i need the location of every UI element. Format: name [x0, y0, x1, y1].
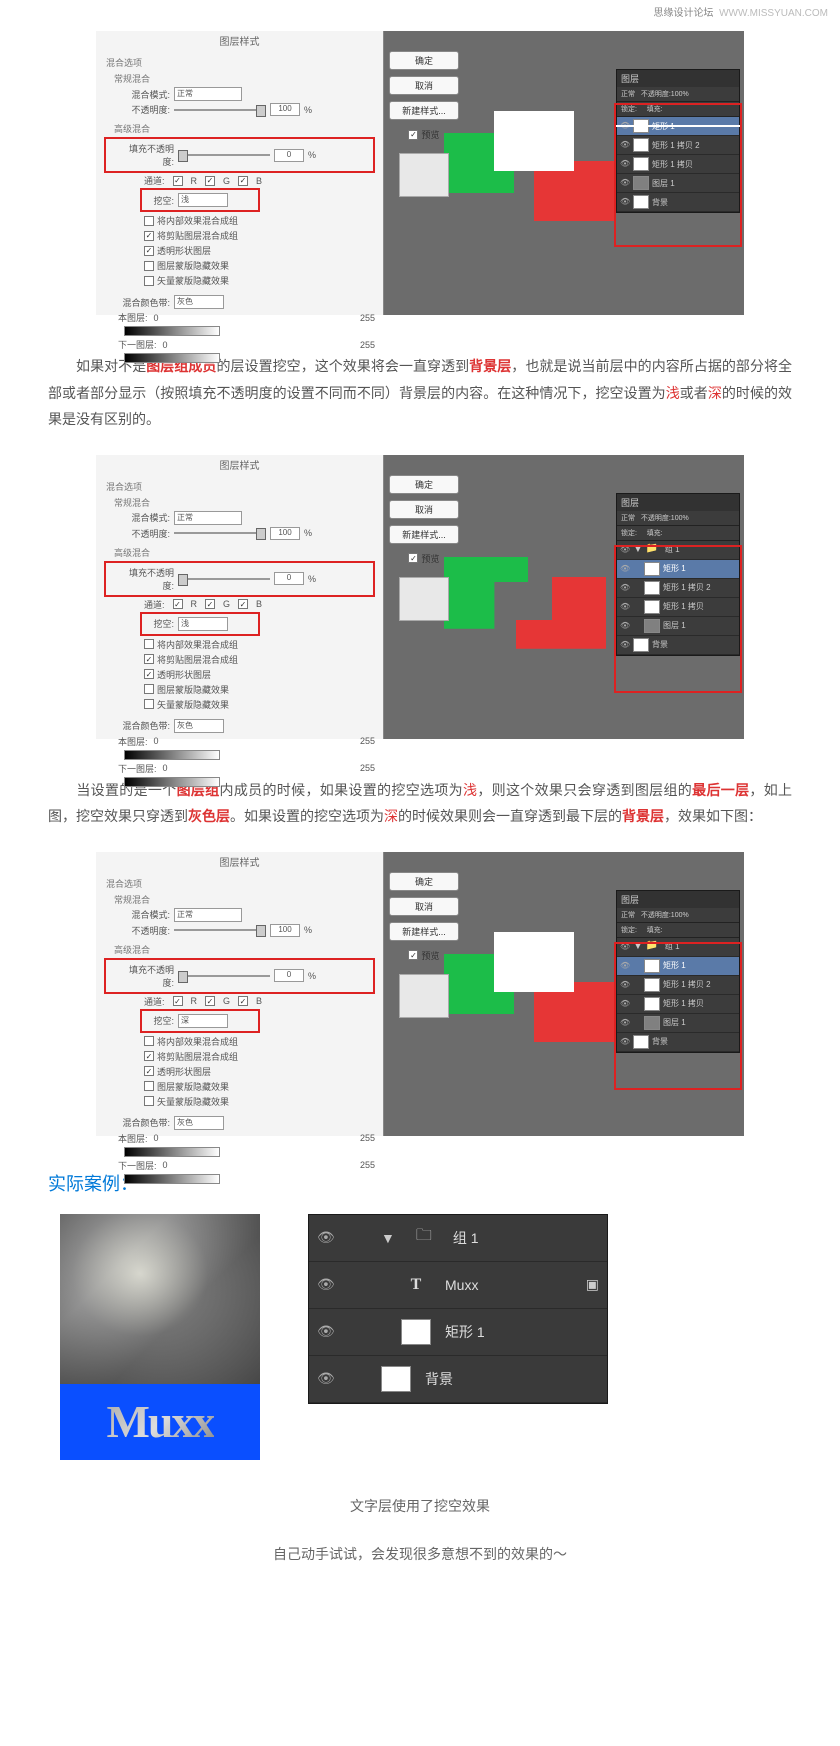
opacity-slider[interactable] — [174, 109, 266, 111]
fill-opacity-highlight: 填充不透明度:0% — [104, 561, 375, 597]
opacity-label: 不透明度: — [118, 103, 170, 116]
visibility-icon[interactable]: 👁 — [317, 1323, 333, 1340]
red-highlight-box — [614, 103, 742, 247]
cb-transparency[interactable] — [144, 246, 154, 256]
red-highlight-box — [614, 545, 742, 693]
screenshot-1: 图层样式 混合选项 常规混合 混合模式:正常 不透明度:100% 高级混合 填充… — [0, 31, 840, 315]
layer-rect[interactable]: 👁 矩形 1 — [309, 1309, 607, 1356]
folder-icon: 🗀 — [409, 1225, 439, 1251]
opacity-slider[interactable] — [174, 532, 266, 534]
general-blend-label: 常规混合 — [114, 72, 375, 85]
cancel-button[interactable]: 取消 — [389, 500, 459, 519]
case-right: 👁 ▼ 🗀 组 1 👁 T Muxx ▣ 👁 矩形 1 👁 — [308, 1214, 608, 1404]
fill-opacity-input[interactable]: 0 — [274, 149, 304, 162]
knockout-highlight: 挖空:浅 — [140, 612, 260, 636]
cb-vectormask[interactable] — [144, 276, 154, 286]
cb-clipped[interactable] — [144, 231, 154, 241]
layer-badge-icon: ▣ — [586, 1276, 599, 1293]
channel-b-checkbox[interactable] — [238, 176, 248, 186]
blend-mode-select[interactable]: 正常 — [174, 511, 242, 525]
visibility-icon[interactable]: 👁 — [317, 1370, 333, 1387]
cb-layermask[interactable] — [144, 261, 154, 271]
blend-if-label: 混合颜色带: — [118, 296, 170, 309]
opacity-input[interactable]: 100 — [270, 103, 300, 116]
watermark: 思缘设计论坛 WWW.MISSYUAN.COM — [0, 0, 840, 23]
case-left: Muxx — [60, 1214, 260, 1460]
knockout-select[interactable]: 浅 — [178, 617, 228, 631]
caption-1: 文字层使用了挖空效果 — [0, 1496, 840, 1516]
fill-opacity-highlight: 填充不透明度:0% — [104, 137, 375, 173]
ok-button[interactable]: 确定 — [389, 475, 459, 494]
cancel-button[interactable]: 取消 — [389, 897, 459, 916]
cancel-button[interactable]: 取消 — [389, 76, 459, 95]
advanced-blend-label: 高级混合 — [114, 122, 375, 135]
visibility-icon[interactable]: 👁 — [317, 1229, 333, 1246]
example-photo — [60, 1214, 260, 1384]
layer-style-dialog: 图层样式 混合选项 常规混合 混合模式:正常 不透明度:100% 高级混合 填充… — [96, 852, 384, 1136]
blend-if-select[interactable]: 灰色 — [174, 295, 224, 309]
channel-r-checkbox[interactable] — [173, 176, 183, 186]
dialog-title: 图层样式 — [96, 33, 383, 48]
blend-mode-select[interactable]: 正常 — [174, 87, 242, 101]
knockout-select[interactable]: 深 — [178, 1014, 228, 1028]
red-highlight-box — [614, 942, 742, 1090]
fill-opacity-slider[interactable] — [178, 154, 270, 156]
screenshot-3: 图层样式 混合选项 常规混合 混合模式:正常 不透明度:100% 高级混合 填充… — [0, 852, 840, 1136]
caption-2: 自己动手试试，会发现很多意想不到的效果的～ — [0, 1544, 840, 1564]
knockout-select[interactable]: 浅 — [178, 193, 228, 207]
case-layers-panel: 👁 ▼ 🗀 组 1 👁 T Muxx ▣ 👁 矩形 1 👁 — [308, 1214, 608, 1404]
white-rect — [494, 932, 574, 992]
cb-interior[interactable] — [144, 216, 154, 226]
white-rect — [494, 111, 574, 171]
fill-opacity-label: 填充不透明度: — [122, 142, 174, 168]
new-style-button[interactable]: 新建样式... — [389, 922, 459, 941]
muxx-text: Muxx — [107, 1395, 214, 1448]
visibility-icon[interactable]: 👁 — [317, 1276, 333, 1293]
layer-bg[interactable]: 👁 背景 — [309, 1356, 607, 1403]
preview-checkbox[interactable] — [408, 130, 418, 140]
blend-options-label: 混合选项 — [106, 56, 375, 69]
fill-opacity-highlight: 填充不透明度:0% — [104, 958, 375, 994]
new-style-button[interactable]: 新建样式... — [389, 101, 459, 120]
case-row: Muxx 👁 ▼ 🗀 组 1 👁 T Muxx ▣ 👁 矩形 1 — [0, 1206, 840, 1468]
layer-group[interactable]: 👁 ▼ 🗀 组 1 — [309, 1215, 607, 1262]
channel-g-checkbox[interactable] — [205, 176, 215, 186]
layer-text[interactable]: 👁 T Muxx ▣ — [309, 1262, 607, 1309]
red-rect — [516, 577, 606, 649]
fill-opacity-slider[interactable] — [178, 578, 270, 580]
text-layer-icon: T — [401, 1272, 431, 1298]
layer-style-dialog: 图层样式 混合选项 常规混合 混合模式:正常 不透明度:100% 高级混合 填充… — [96, 455, 384, 739]
knockout-highlight: 挖空:深 — [140, 1009, 260, 1033]
new-style-button[interactable]: 新建样式... — [389, 525, 459, 544]
rect-thumb — [401, 1319, 431, 1345]
ok-button[interactable]: 确定 — [389, 872, 459, 891]
preview-swatch — [399, 153, 449, 197]
screenshot-2: 图层样式 混合选项 常规混合 混合模式:正常 不透明度:100% 高级混合 填充… — [0, 455, 840, 739]
knockout-highlight: 挖空: 浅 — [140, 188, 260, 212]
ok-button[interactable]: 确定 — [389, 51, 459, 70]
muxx-band: Muxx — [60, 1384, 260, 1460]
layer-style-dialog: 图层样式 混合选项 常规混合 混合模式:正常 不透明度:100% 高级混合 填充… — [96, 31, 384, 315]
channels-row: 通道:RGB — [144, 174, 375, 187]
bg-thumb — [381, 1366, 411, 1392]
knockout-label: 挖空: — [144, 194, 174, 207]
dialog-buttons: 确定 取消 新建样式... 预览 — [389, 51, 459, 197]
this-layer-gradient[interactable] — [124, 326, 220, 336]
blend-mode-label: 混合模式: — [118, 88, 170, 101]
next-layer-gradient[interactable] — [124, 353, 220, 363]
